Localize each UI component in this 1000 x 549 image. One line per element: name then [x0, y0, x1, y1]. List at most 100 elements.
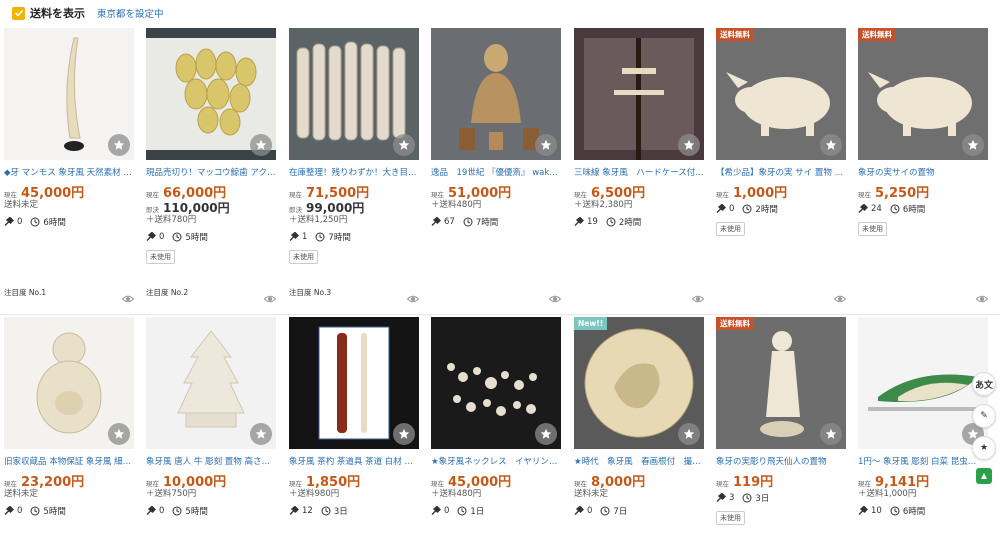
favorite-star-icon[interactable] [820, 423, 842, 445]
product-image[interactable] [431, 317, 561, 449]
time-left: 7日 [613, 507, 628, 517]
product-title-link[interactable]: 三味線 象牙風 ハードケース付… [574, 166, 706, 178]
product-title-link[interactable]: 1円〜 象牙風 彫刻 白菜 昆虫… [858, 455, 990, 467]
current-price: 現在 5,250円 [858, 182, 996, 201]
product-title-link[interactable]: 象牙風 茶杓 茶道具 茶道 白材 … [289, 455, 421, 467]
product-title-link[interactable]: 象牙の実彫り飛天仙人の置物 [716, 455, 848, 467]
attention-rank: 注目度 No.2 [146, 288, 189, 297]
watch-eye-icon[interactable] [975, 290, 989, 303]
free-shipping-badge: 送料無料 [716, 317, 754, 330]
time-left: 6時間 [902, 205, 926, 215]
favorite-star-icon[interactable] [535, 423, 557, 445]
product-image[interactable]: 送料無料 [858, 28, 988, 160]
auction-meta: 10 6時間 [858, 504, 996, 518]
gavel-icon [574, 217, 584, 226]
product-card[interactable]: 旧家収蔵品 本物保証 象牙風 細… 現在 23,200円 送料未定 0 5時間 [4, 317, 142, 518]
favorite-star-icon[interactable] [108, 423, 130, 445]
price-value: 5,250円 [875, 186, 930, 201]
bid-count: 3 [729, 493, 735, 503]
product-title-link[interactable]: 逸品 19世紀 『優優斎』 wak… [431, 166, 563, 178]
product-card[interactable]: ◆牙 マンモス 象牙風 天然素材 … 現在 45,000円 送料未定 0 6時間 [4, 28, 142, 229]
show-shipping-label[interactable]: 送料を表示 [30, 5, 85, 21]
product-image[interactable] [289, 28, 419, 160]
product-image[interactable]: 送料無料 [716, 317, 846, 449]
product-card[interactable]: 在庫整理！残りわずか！大き目… 現在 71,500円 即決 99,000円 ＋送料1,25… [289, 28, 427, 264]
product-image[interactable] [574, 28, 704, 160]
product-title-link[interactable]: ◆牙 マンモス 象牙風 天然素材 … [4, 166, 136, 178]
free-shipping-badge: 送料無料 [858, 28, 896, 41]
gavel-icon [431, 506, 441, 515]
time-left: 3日 [333, 507, 348, 517]
watch-eye-icon[interactable] [121, 290, 135, 303]
watch-eye-icon[interactable] [263, 290, 277, 303]
product-image[interactable]: 送料無料 [716, 28, 846, 160]
favorite-star-icon[interactable] [250, 134, 272, 156]
product-title-link[interactable]: 象牙風 唐人 牛 彫刻 置物 高さ… [146, 455, 278, 467]
product-title-link[interactable]: 象牙の実サイの置物 [858, 166, 990, 178]
product-title-link[interactable]: 旧家収蔵品 本物保証 象牙風 細… [4, 455, 136, 467]
translate-button[interactable]: あ文 [972, 372, 996, 396]
product-title-link[interactable]: 在庫整理！残りわずか！大き目… [289, 166, 421, 178]
product-card[interactable]: 送料無料 象牙の実サイの置物 現在 5,250円 24 6時間 未使用 [858, 28, 996, 236]
auction-meta: 0 7日 [574, 504, 712, 518]
price-label: 現在 [146, 191, 159, 199]
time-left: 5時間 [185, 233, 208, 243]
product-card[interactable]: 象牙風 茶杓 茶道具 茶道 白材 … 現在 1,850円 ＋送料980円 12 3日 [289, 317, 427, 518]
favorite-star-icon[interactable] [678, 423, 700, 445]
favorite-star-icon[interactable] [108, 134, 130, 156]
bid-count: 0 [729, 204, 735, 214]
current-price: 現在 8,000円 [574, 471, 712, 490]
product-image[interactable] [4, 28, 134, 160]
favorite-star-icon[interactable] [393, 134, 415, 156]
buynow-label: 即決 [146, 206, 159, 214]
favorite-star-icon[interactable] [250, 423, 272, 445]
show-shipping-checkbox[interactable] [12, 6, 25, 20]
bid-count: 0 [159, 232, 165, 242]
share-icon[interactable] [976, 468, 992, 484]
bid-count: 12 [302, 506, 313, 516]
favorite-star-icon[interactable] [962, 134, 984, 156]
gavel-icon [289, 506, 299, 515]
product-card[interactable]: ★象牙風ネックレス イヤリン… 現在 45,000円 ＋送料480円 0 1日 [431, 317, 569, 518]
product-image[interactable] [146, 317, 276, 449]
gavel-icon [289, 232, 299, 241]
watch-eye-icon[interactable] [691, 290, 705, 303]
edit-button[interactable]: ✎ [972, 404, 996, 428]
free-shipping-badge: 送料無料 [716, 28, 754, 41]
favorite-star-icon[interactable] [678, 134, 700, 156]
product-title-link[interactable]: ★象牙風ネックレス イヤリン… [431, 455, 563, 467]
watch-eye-icon[interactable] [833, 290, 847, 303]
product-image[interactable]: New!! [574, 317, 704, 449]
favorite-star-icon[interactable] [393, 423, 415, 445]
condition-tag: 未使用 [289, 250, 318, 264]
favorite-star-icon[interactable] [820, 134, 842, 156]
auction-meta: 0 5時間 [146, 504, 284, 518]
product-row-2: 旧家収蔵品 本物保証 象牙風 細… 現在 23,200円 送料未定 0 5時間 象牙風 唐人… [0, 314, 1000, 549]
product-title-link[interactable]: 【希少品】象牙の実 サイ 置物 … [716, 166, 848, 178]
attention-rank: 注目度 No.1 [4, 288, 47, 297]
product-card[interactable]: 送料無料 象牙の実彫り飛天仙人の置物 現在 119円 3 3日 未使用 [716, 317, 854, 525]
watch-eye-icon[interactable] [406, 290, 420, 303]
bookmark-button[interactable]: ★ [972, 436, 996, 460]
watch-eye-icon[interactable] [548, 290, 562, 303]
time-left: 5時間 [43, 507, 66, 517]
attention-rank: 注目度 No.3 [289, 288, 332, 297]
product-card[interactable]: 逸品 19世紀 『優優斎』 wak… 現在 51,000円 ＋送料480円 67 7時間 [431, 28, 569, 229]
buynow-price: 即決 110,000円 [146, 199, 284, 215]
product-image[interactable] [289, 317, 419, 449]
product-title-link[interactable]: 現品売切り！マッコウ鯨歯 アク… [146, 166, 278, 178]
product-card[interactable]: 三味線 象牙風 ハードケース付… 現在 6,500円 ＋送料2,380円 19 2時間 [574, 28, 712, 229]
product-card[interactable]: 象牙風 唐人 牛 彫刻 置物 高さ… 現在 10,000円 ＋送料750円 0 5時間 [146, 317, 284, 518]
favorite-star-icon[interactable] [535, 134, 557, 156]
product-image[interactable] [4, 317, 134, 449]
product-title-link[interactable]: ★時代 象牙風 春画根付 撮… [574, 455, 706, 467]
time-left: 6時間 [902, 507, 926, 517]
product-image[interactable] [431, 28, 561, 160]
location-setting-link[interactable]: 東京都を設定中 [97, 6, 164, 20]
product-card[interactable]: New!! ★時代 象牙風 春画根付 撮… 現在 8,000円 送料未定 0 7日 [574, 317, 712, 518]
product-card[interactable]: 現品売切り！マッコウ鯨歯 アク… 現在 66,000円 即決 110,000円 ＋送料78… [146, 28, 284, 264]
product-card[interactable]: 送料無料 【希少品】象牙の実 サイ 置物 … 現在 1,000円 0 2時間 未使用 [716, 28, 854, 236]
product-image[interactable] [146, 28, 276, 160]
gavel-icon [4, 506, 14, 515]
product-image[interactable] [858, 317, 988, 449]
